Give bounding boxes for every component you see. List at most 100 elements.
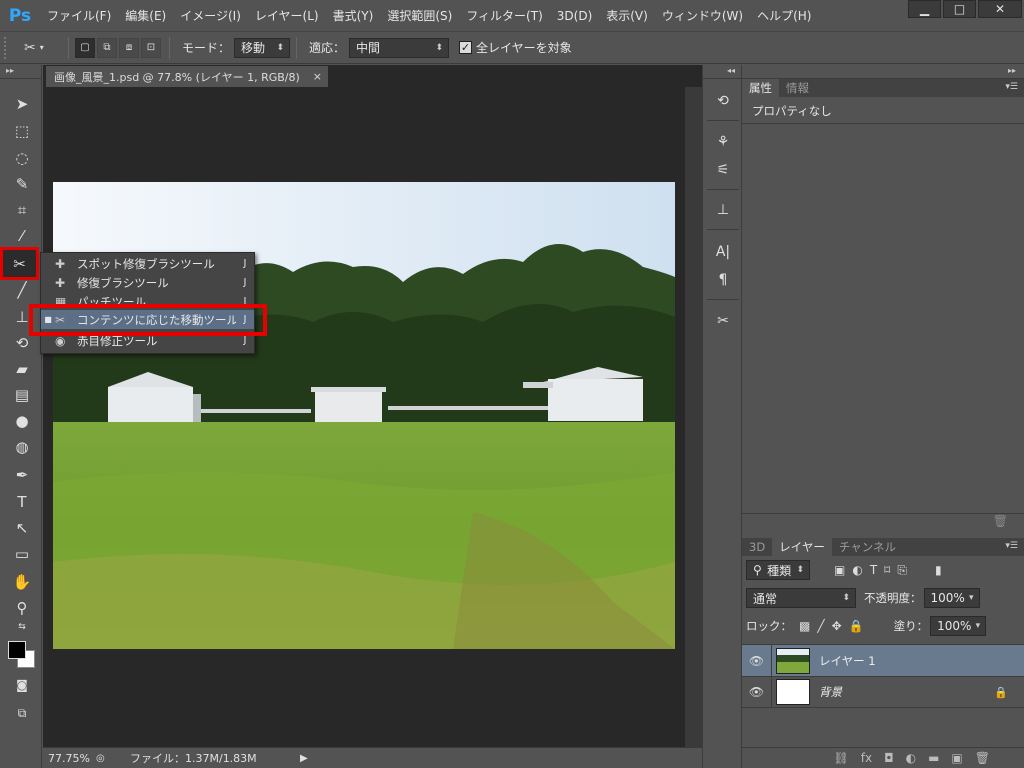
brush-panel-icon[interactable]: ⚟: [711, 159, 735, 181]
layer-style-icon[interactable]: fx: [861, 751, 872, 765]
add-mask-icon[interactable]: ◘: [884, 751, 894, 765]
intersect-selection-button[interactable]: ⊡: [141, 37, 161, 58]
lock-position-icon[interactable]: ✥: [832, 619, 842, 633]
shape-tool-icon[interactable]: ▭: [8, 542, 36, 566]
marquee-tool-icon[interactable]: ⬚: [8, 119, 36, 143]
tab-properties[interactable]: 属性: [742, 79, 779, 97]
new-selection-button[interactable]: ▢: [75, 37, 95, 58]
adapt-select[interactable]: 中間 ⬍: [349, 37, 450, 58]
menu-select[interactable]: 選択範囲(S): [380, 0, 459, 31]
filter-shape-icon[interactable]: ⌑: [884, 563, 890, 577]
blend-mode-select[interactable]: 通常 ⬍: [746, 588, 856, 608]
opacity-input[interactable]: 100% ▾: [923, 588, 980, 608]
new-layer-icon[interactable]: ▣: [951, 751, 962, 765]
filter-smart-object-icon[interactable]: ⎘: [897, 563, 907, 578]
collapse-arrows-icon[interactable]: ◂◂: [703, 65, 741, 79]
blur-tool-icon[interactable]: ●: [8, 409, 36, 433]
brush-tool-icon[interactable]: ╱: [8, 278, 36, 302]
minimize-button[interactable]: ▁: [908, 0, 941, 18]
tab-channels[interactable]: チャンネル: [832, 538, 903, 556]
path-select-tool-icon[interactable]: ↖: [8, 516, 36, 540]
add-to-selection-button[interactable]: ⧉: [97, 37, 117, 58]
layer-row-background[interactable]: 👁 背景 🔒: [742, 676, 1024, 708]
menu-view[interactable]: 表示(V): [599, 0, 655, 31]
adjustment-layer-icon[interactable]: ◐: [906, 751, 916, 765]
expand-arrows-icon[interactable]: ▸▸: [742, 65, 1024, 79]
lock-transparency-icon[interactable]: ▩: [799, 619, 810, 633]
delete-layer-icon[interactable]: 🗑: [975, 751, 990, 765]
new-group-icon[interactable]: ▬: [928, 751, 939, 765]
menu-edit[interactable]: 編集(E): [118, 0, 173, 31]
maximize-button[interactable]: □: [943, 0, 976, 18]
all-layers-checkbox[interactable]: ✓: [459, 41, 473, 54]
gradient-tool-icon[interactable]: ▤: [8, 383, 36, 407]
menu-window[interactable]: ウィンドウ(W): [655, 0, 750, 31]
content-aware-move-tool-icon[interactable]: ✂: [0, 247, 39, 280]
flyout-spot-healing-brush[interactable]: ✚ スポット修復ブラシツール J: [41, 254, 254, 273]
clone-source-icon[interactable]: ⊥: [711, 199, 735, 221]
status-menu-arrow-icon[interactable]: ▶: [300, 753, 308, 764]
filter-adjustment-icon[interactable]: ◐: [852, 563, 862, 577]
expand-arrows-icon[interactable]: ▸▸: [0, 65, 41, 79]
menu-help[interactable]: ヘルプ(H): [750, 0, 818, 31]
trash-icon[interactable]: 🗑: [742, 513, 1024, 531]
zoom-level[interactable]: 77.75%: [48, 752, 96, 765]
lasso-tool-icon[interactable]: ◌: [8, 146, 36, 170]
status-info-icon[interactable]: ◎: [96, 753, 116, 764]
mode-select[interactable]: 移動 ⬍: [234, 37, 291, 58]
link-layers-icon[interactable]: ⛓: [834, 751, 849, 765]
type-tool-icon[interactable]: T: [8, 490, 36, 514]
menu-filter[interactable]: フィルター(T): [459, 0, 549, 31]
document-tab[interactable]: 画像_風景_1.psd @ 77.8% (レイヤー 1, RGB/8) ×: [46, 66, 328, 87]
divider: [169, 36, 170, 59]
quick-select-tool-icon[interactable]: ✎: [8, 172, 36, 196]
paragraph-panel-icon[interactable]: ¶: [711, 269, 735, 291]
subtract-selection-button[interactable]: ⧈: [119, 37, 139, 58]
filter-type-icon[interactable]: T: [870, 563, 877, 577]
hand-tool-icon[interactable]: ✋: [8, 570, 36, 594]
tab-info[interactable]: 情報: [779, 79, 816, 97]
menu-layer[interactable]: レイヤー(L): [248, 0, 326, 31]
foreground-color-swatch[interactable]: [8, 641, 26, 659]
lock-pixels-icon[interactable]: ╱: [817, 619, 824, 633]
vertical-scrollbar[interactable]: [685, 87, 702, 747]
layer-filter-select[interactable]: ⚲ 種類 ⬍: [746, 560, 810, 580]
pen-tool-icon[interactable]: ✒: [8, 463, 36, 487]
swap-colors-icon[interactable]: ⇆: [8, 620, 36, 634]
eyedropper-tool-icon[interactable]: ⁄: [8, 224, 36, 248]
layer-row-layer1[interactable]: 👁 レイヤー 1: [742, 644, 1024, 677]
filter-pixel-icon[interactable]: ▣: [834, 563, 845, 577]
dodge-tool-icon[interactable]: ◍: [8, 435, 36, 459]
menu-type[interactable]: 書式(Y): [326, 0, 381, 31]
menu-3d[interactable]: 3D(D): [550, 0, 599, 31]
tool-preset-picker[interactable]: ✂ ▾: [24, 37, 62, 59]
screen-mode-icon[interactable]: ⧉: [8, 701, 36, 725]
history-panel-icon[interactable]: ⟲: [711, 90, 735, 112]
character-panel-icon[interactable]: A|: [711, 241, 735, 263]
chevron-down-icon: ▾: [975, 621, 981, 631]
menu-file[interactable]: ファイル(F): [40, 0, 118, 31]
tab-layers[interactable]: レイヤー: [772, 538, 832, 556]
eraser-tool-icon[interactable]: ▰: [8, 357, 36, 381]
options-bar-grip[interactable]: [4, 36, 12, 59]
panel-menu-icon[interactable]: ▾☰: [1005, 541, 1018, 551]
tool-presets-icon[interactable]: ✂: [711, 310, 735, 332]
menu-image[interactable]: イメージ(I): [173, 0, 248, 31]
flyout-healing-brush[interactable]: ✚ 修復ブラシツール J: [41, 273, 254, 292]
eye-icon[interactable]: 👁: [742, 676, 772, 708]
close-button[interactable]: ✕: [978, 0, 1022, 18]
content-aware-move-icon: ✂: [24, 39, 36, 56]
crop-tool-icon[interactable]: ⌗: [8, 198, 36, 222]
quick-mask-icon[interactable]: ◙: [8, 673, 36, 697]
close-tab-icon[interactable]: ×: [313, 70, 322, 83]
move-tool-icon[interactable]: ➤: [8, 92, 36, 116]
fill-input[interactable]: 100% ▾: [930, 616, 987, 636]
divider: [296, 36, 298, 59]
lock-all-icon[interactable]: 🔒: [849, 619, 864, 633]
tab-3d[interactable]: 3D: [742, 538, 772, 556]
panel-menu-icon[interactable]: ▾☰: [1005, 82, 1018, 92]
eye-icon[interactable]: 👁: [742, 644, 772, 677]
filter-toggle-icon[interactable]: ▮: [935, 563, 942, 577]
zoom-tool-icon[interactable]: ⚲: [8, 596, 36, 620]
brush-presets-icon[interactable]: ⚘: [711, 131, 735, 153]
